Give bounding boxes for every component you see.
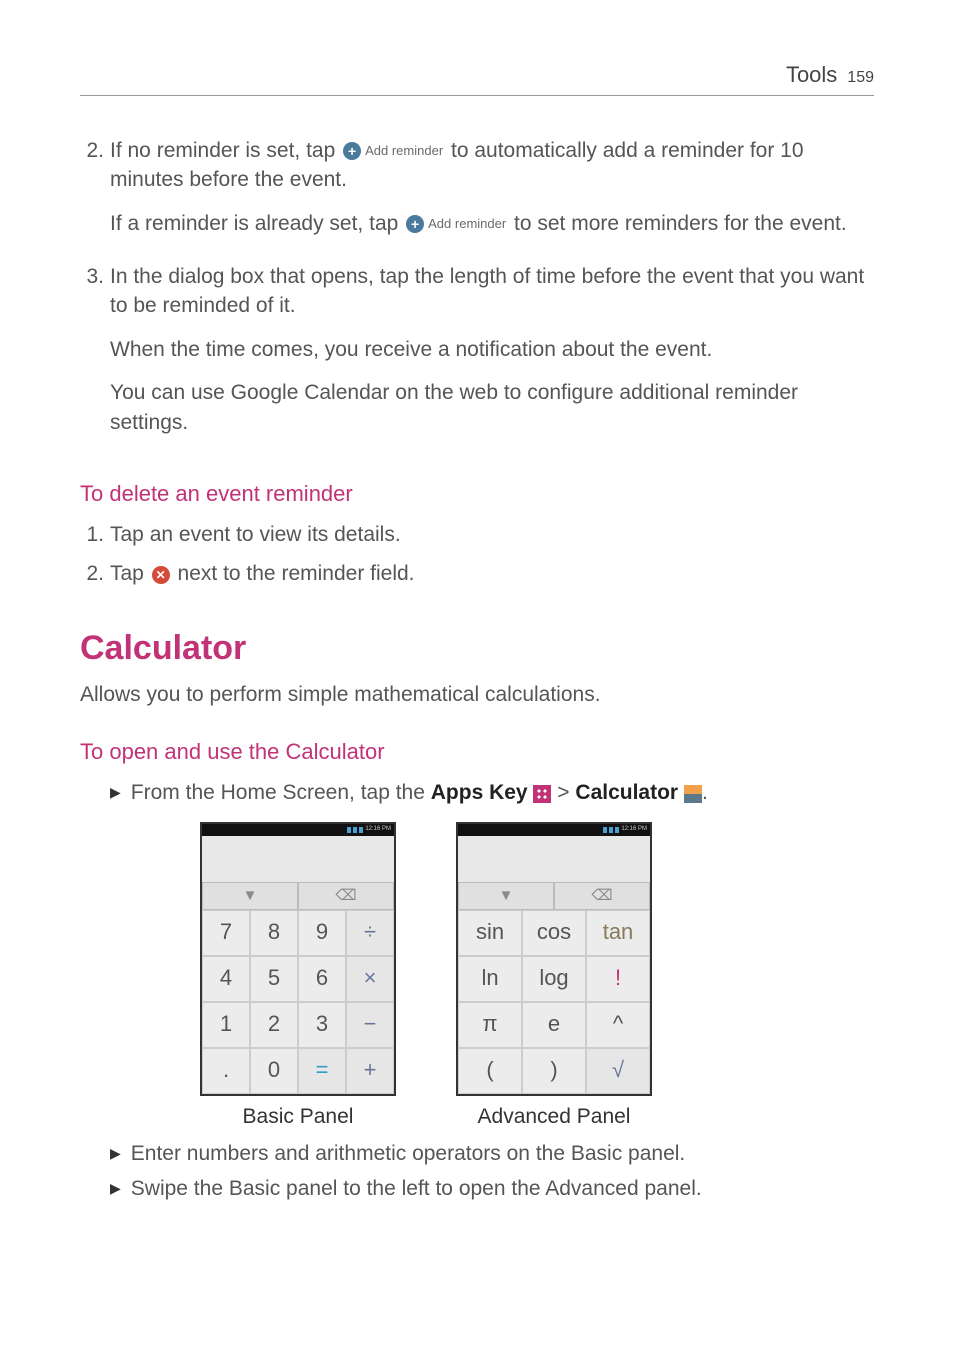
delete-reminder-button[interactable]: ✕ xyxy=(152,566,170,584)
advanced-panel-phone: 12:16 PM ▼ ⌫ sin cos tan ln log ! π e ^ … xyxy=(456,822,652,1096)
basic-panel-column: 12:16 PM ▼ ⌫ 7 8 9 ÷ 4 5 6 × 1 2 3 − . 0 xyxy=(200,822,396,1131)
backspace-button[interactable]: ⌫ xyxy=(554,882,650,910)
key-factorial[interactable]: ! xyxy=(586,956,650,1002)
key-lparen[interactable]: ( xyxy=(458,1048,522,1094)
key-4[interactable]: 4 xyxy=(202,956,250,1002)
key-8[interactable]: 8 xyxy=(250,910,298,956)
step-3-para-1: In the dialog box that opens, tap the le… xyxy=(110,262,874,321)
key-multiply[interactable]: × xyxy=(346,956,394,1002)
calculator-screenshots: 12:16 PM ▼ ⌫ 7 8 9 ÷ 4 5 6 × 1 2 3 − . 0 xyxy=(200,822,874,1131)
advanced-panel-label: Advanced Panel xyxy=(456,1102,652,1131)
status-bar: 12:16 PM xyxy=(202,824,394,836)
step-number: 3. xyxy=(80,262,104,451)
key-dot[interactable]: . xyxy=(202,1048,250,1094)
open-calculator-heading: To open and use the Calculator xyxy=(80,737,874,768)
close-icon: ✕ xyxy=(152,566,170,584)
status-bar: 12:16 PM xyxy=(458,824,650,836)
key-5[interactable]: 5 xyxy=(250,956,298,1002)
key-rparen[interactable]: ) xyxy=(522,1048,586,1094)
step-3: 3. In the dialog box that opens, tap the… xyxy=(80,262,874,451)
bullet-icon: ▶ xyxy=(110,783,121,803)
key-0[interactable]: 0 xyxy=(250,1048,298,1094)
plus-icon: + xyxy=(343,142,361,160)
delete-step-1: 1. Tap an event to view its details. xyxy=(80,520,874,549)
key-plus[interactable]: + xyxy=(346,1048,394,1094)
delete-step-2: 2. Tap ✕ next to the reminder field. xyxy=(80,559,874,588)
bullet-icon: ▶ xyxy=(110,1179,121,1199)
open-calculator-instruction: ▶ From the Home Screen, tap the Apps Key… xyxy=(110,778,874,807)
calculator-heading: Calculator xyxy=(80,625,874,673)
step-2: 2. If no reminder is set, tap + Add remi… xyxy=(80,136,874,252)
calculator-icon[interactable] xyxy=(684,785,702,803)
key-power[interactable]: ^ xyxy=(586,1002,650,1048)
add-reminder-button[interactable]: + Add reminder xyxy=(406,215,506,233)
key-7[interactable]: 7 xyxy=(202,910,250,956)
apps-key-icon[interactable] xyxy=(533,785,551,803)
key-divide[interactable]: ÷ xyxy=(346,910,394,956)
step-number: 2. xyxy=(80,136,104,252)
basic-panel-phone: 12:16 PM ▼ ⌫ 7 8 9 ÷ 4 5 6 × 1 2 3 − . 0 xyxy=(200,822,396,1096)
key-log[interactable]: log xyxy=(522,956,586,1002)
key-minus[interactable]: − xyxy=(346,1002,394,1048)
key-9[interactable]: 9 xyxy=(298,910,346,956)
key-3[interactable]: 3 xyxy=(298,1002,346,1048)
key-6[interactable]: 6 xyxy=(298,956,346,1002)
key-equals[interactable]: = xyxy=(298,1048,346,1094)
step-3-para-3: You can use Google Calendar on the web t… xyxy=(110,378,874,437)
header-section: Tools xyxy=(786,60,837,91)
step-number: 1. xyxy=(80,520,104,549)
instruction-bullet-2: ▶ Swipe the Basic panel to the left to o… xyxy=(110,1174,874,1203)
advanced-panel-column: 12:16 PM ▼ ⌫ sin cos tan ln log ! π e ^ … xyxy=(456,822,652,1131)
header-page-number: 159 xyxy=(847,67,874,89)
step-2-para-1: If no reminder is set, tap + Add reminde… xyxy=(110,136,874,195)
step-3-para-2: When the time comes, you receive a notif… xyxy=(110,335,874,364)
key-sin[interactable]: sin xyxy=(458,910,522,956)
key-e[interactable]: e xyxy=(522,1002,586,1048)
bullet-icon: ▶ xyxy=(110,1144,121,1164)
calculator-label: Calculator xyxy=(575,781,678,804)
advanced-keypad: sin cos tan ln log ! π e ^ ( ) √ xyxy=(458,910,650,1094)
step-2-para-2: If a reminder is already set, tap + Add … xyxy=(110,209,874,238)
basic-keypad: 7 8 9 ÷ 4 5 6 × 1 2 3 − . 0 = + xyxy=(202,910,394,1094)
key-2[interactable]: 2 xyxy=(250,1002,298,1048)
delete-reminder-heading: To delete an event reminder xyxy=(80,479,874,510)
key-tan[interactable]: tan xyxy=(586,910,650,956)
key-1[interactable]: 1 xyxy=(202,1002,250,1048)
instruction-bullet-1: ▶ Enter numbers and arithmetic operators… xyxy=(110,1139,874,1168)
plus-icon: + xyxy=(406,215,424,233)
backspace-button[interactable]: ⌫ xyxy=(298,882,394,910)
dropdown-button[interactable]: ▼ xyxy=(202,882,298,910)
calc-display[interactable] xyxy=(458,836,650,882)
key-ln[interactable]: ln xyxy=(458,956,522,1002)
key-sqrt[interactable]: √ xyxy=(586,1048,650,1094)
dropdown-button[interactable]: ▼ xyxy=(458,882,554,910)
add-reminder-button[interactable]: + Add reminder xyxy=(343,142,443,160)
calc-display[interactable] xyxy=(202,836,394,882)
add-reminder-label: Add reminder xyxy=(365,142,443,160)
add-reminder-label: Add reminder xyxy=(428,215,506,233)
delete-step-1-text: Tap an event to view its details. xyxy=(110,520,874,549)
key-cos[interactable]: cos xyxy=(522,910,586,956)
apps-key-label: Apps Key xyxy=(431,781,528,804)
calculator-intro: Allows you to perform simple mathematica… xyxy=(80,680,874,709)
page-header: Tools 159 xyxy=(80,60,874,96)
step-number: 2. xyxy=(80,559,104,588)
basic-panel-label: Basic Panel xyxy=(200,1102,396,1131)
key-pi[interactable]: π xyxy=(458,1002,522,1048)
